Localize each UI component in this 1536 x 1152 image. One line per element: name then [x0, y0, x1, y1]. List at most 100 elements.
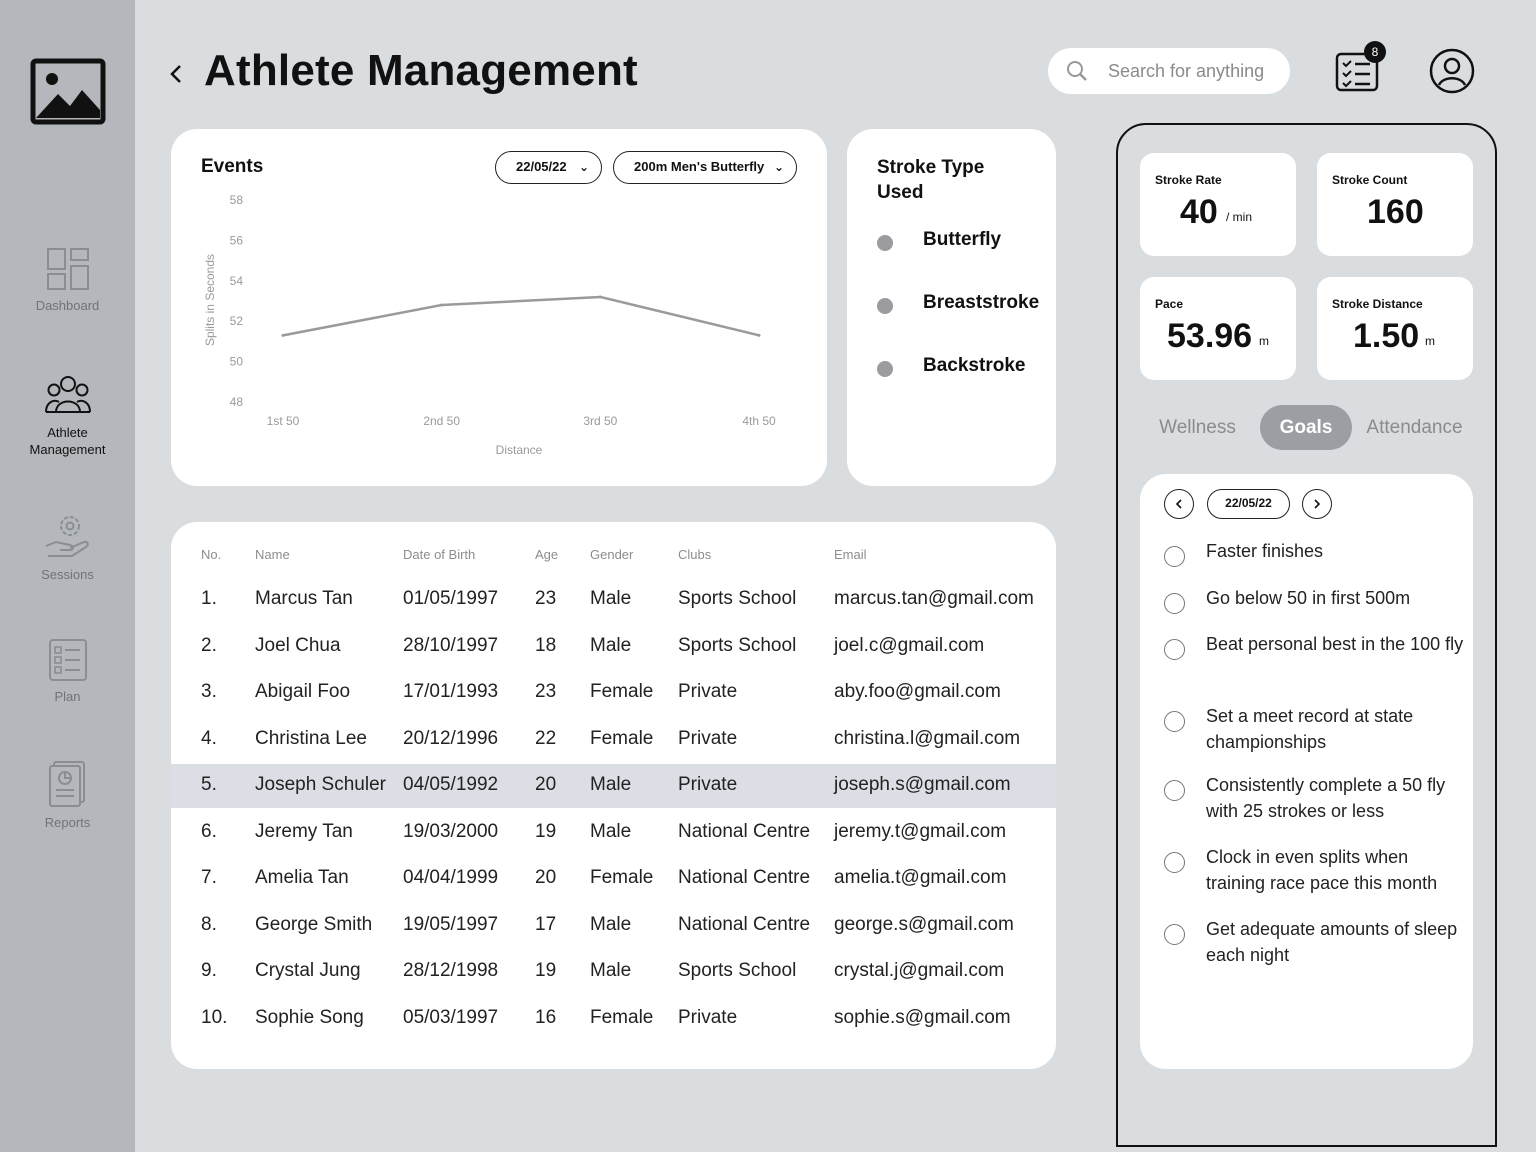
gender: Male	[590, 774, 632, 795]
stroke-type-label: Breaststroke	[923, 292, 1040, 313]
email: crystal.j@gmail.com	[834, 960, 1005, 981]
date-of-birth: 19/05/1997	[403, 913, 499, 935]
date-of-birth: 01/05/1997	[403, 588, 499, 609]
gender: Female	[590, 1006, 654, 1028]
splits-line-chart: 58 56 54 52 50 48 1st 50 2nd 50 3rd 50 4th 50 Dist…	[203, 193, 776, 457]
tab-attendance[interactable]: Attendance	[1356, 405, 1473, 450]
sidebar-item-sessions[interactable]: Sessions	[0, 512, 135, 583]
age: 19	[535, 960, 557, 981]
column-header-no: No.	[201, 547, 222, 562]
goal-checkbox[interactable]	[1164, 711, 1185, 732]
table-row[interactable]: 2. Joel Chua 28/10/1997 18 Male Sports School…	[171, 625, 1056, 669]
data-point	[598, 295, 602, 299]
legend-dot	[877, 235, 893, 251]
sidebar-item-athlete-management[interactable]: Athlete Management	[0, 374, 135, 458]
x-tick-label: 1st 50	[267, 414, 300, 428]
notification-badge: 8	[1364, 41, 1386, 63]
gender: Female	[590, 867, 654, 888]
table-row[interactable]: 6. Jeremy Tan 19/03/2000 19 Male National Cen…	[171, 811, 1056, 855]
metric-unit: m	[1425, 334, 1435, 348]
gender: Male	[590, 913, 632, 935]
goal-checkbox[interactable]	[1164, 593, 1185, 614]
x-axis-label: Distance	[496, 443, 543, 457]
sidebar-item-reports[interactable]: Reports	[0, 760, 135, 831]
athlete-name: Christina Lee	[255, 727, 367, 749]
chevron-left-icon	[1175, 499, 1182, 509]
club: Private	[678, 681, 738, 702]
table-row[interactable]: 8. George Smith 19/05/1997 17 Male National C…	[171, 904, 1056, 948]
tab-goals[interactable]: Goals	[1260, 405, 1352, 450]
previous-date-button[interactable]	[1164, 489, 1194, 519]
age: 18	[535, 634, 557, 656]
age: 23	[535, 588, 557, 609]
row-number: 10.	[201, 1006, 228, 1028]
back-chevron-icon[interactable]	[164, 60, 188, 88]
stroke-distance-card: Stroke Distance 1.50 m	[1317, 277, 1473, 380]
y-tick-label: 50	[230, 355, 244, 369]
metric-unit: m	[1259, 334, 1269, 348]
user-profile-icon[interactable]	[1429, 48, 1475, 94]
page-title: Athlete Management	[204, 46, 638, 95]
tab-wellness[interactable]: Wellness	[1140, 405, 1255, 450]
club: Private	[678, 774, 738, 795]
row-number: 6.	[201, 820, 217, 842]
table-row[interactable]: 10. Sophie Song 05/03/1997 16 Female Private s…	[171, 997, 1056, 1041]
email: joseph.s@gmail.com	[834, 774, 1011, 795]
table-row[interactable]: 4. Christina Lee 20/12/1996 22 Female Private…	[171, 718, 1056, 762]
y-tick-label: 52	[230, 314, 244, 328]
metric-label: Pace	[1155, 297, 1184, 311]
table-row[interactable]: 1. Marcus Tan 01/05/1997 23 Male Sports Schoo…	[171, 578, 1056, 622]
club: National Centre	[678, 913, 811, 935]
column-header-name: Name	[255, 547, 290, 562]
sidebar-item-label: Sessions	[41, 567, 94, 582]
table-row[interactable]: 9. Crystal Jung 28/12/1998 19 Male Sports Sch…	[171, 950, 1056, 994]
club: Private	[678, 1006, 738, 1028]
date-of-birth: 19/03/2000	[403, 820, 499, 842]
row-number: 5.	[201, 774, 217, 795]
age: 19	[535, 820, 557, 842]
column-header-age: Age	[535, 547, 559, 562]
goal-checkbox[interactable]	[1164, 924, 1185, 945]
search-input[interactable]	[1108, 58, 1280, 84]
gender: Male	[590, 820, 632, 842]
sidebar-item-plan[interactable]: Plan	[0, 638, 135, 705]
metric-value: 53.96	[1167, 317, 1253, 355]
events-card: Events 22/05/22 ⌄ 200m Men's Butterfly ⌄…	[171, 129, 827, 486]
data-point	[757, 333, 761, 337]
goal-checkbox[interactable]	[1164, 852, 1185, 873]
sidebar-item-label: Reports	[44, 815, 91, 830]
club: Sports School	[678, 634, 797, 656]
table-row[interactable]: 7. Amelia Tan 04/04/1999 20 Female National C…	[171, 857, 1056, 901]
next-date-button[interactable]	[1302, 489, 1332, 519]
metric-unit: / min	[1226, 210, 1253, 224]
table-row[interactable]: 5. Joseph Schuler 04/05/1992 20 Male Private j…	[171, 764, 1056, 808]
age: 22	[535, 727, 557, 749]
row-number: 9.	[201, 960, 217, 981]
table-row[interactable]: 3. Abigail Foo 17/01/1993 23 Female Private ab…	[171, 671, 1056, 715]
sessions-icon	[45, 516, 89, 557]
date-of-birth: 17/01/1993	[403, 681, 499, 702]
legend-dot	[877, 298, 893, 314]
athlete-name: George Smith	[255, 913, 373, 935]
goal-checkbox[interactable]	[1164, 546, 1185, 567]
email: amelia.t@gmail.com	[834, 867, 1007, 888]
date-of-birth: 05/03/1997	[403, 1006, 499, 1028]
search-bar[interactable]	[1048, 48, 1290, 94]
athlete-name: Amelia Tan	[255, 867, 349, 888]
goals-date[interactable]: 22/05/22	[1207, 489, 1290, 519]
goal-checkbox[interactable]	[1164, 780, 1185, 801]
x-tick-label: 2nd 50	[423, 414, 460, 428]
goal-checkbox[interactable]	[1164, 639, 1185, 660]
date-of-birth: 28/12/1998	[403, 960, 499, 981]
row-number: 8.	[201, 913, 217, 935]
date-of-birth: 28/10/1997	[403, 634, 499, 656]
metric-value: 40	[1180, 193, 1218, 231]
y-tick-label: 56	[230, 233, 244, 247]
athletes-table: No. Name Date of Birth Age Gender Clubs …	[171, 522, 1056, 1069]
metric-label: Stroke Distance	[1332, 297, 1423, 311]
email: joel.c@gmail.com	[834, 634, 985, 656]
gender: Male	[590, 960, 632, 981]
plan-icon	[48, 639, 87, 681]
sidebar-item-dashboard[interactable]: Dashboard	[0, 247, 135, 314]
date-of-birth: 20/12/1996	[403, 727, 499, 749]
